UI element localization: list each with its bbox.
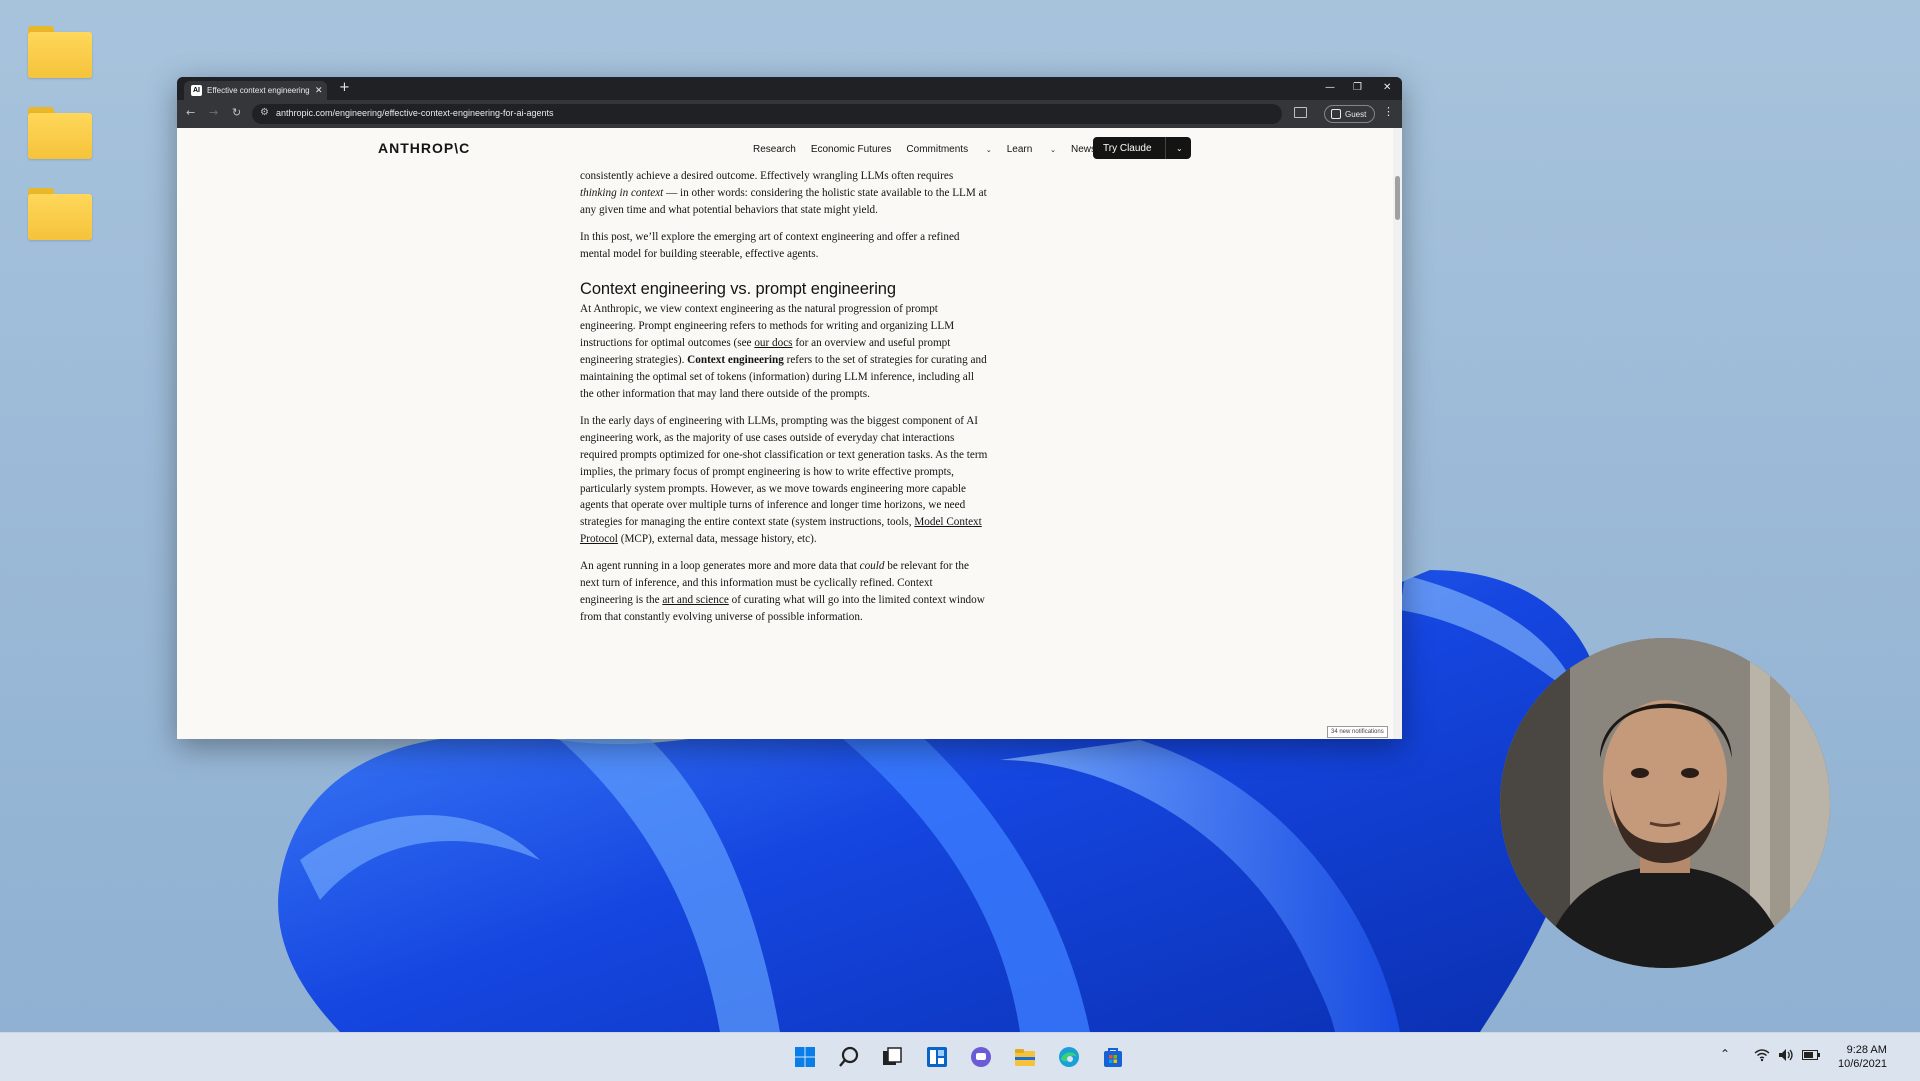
- nav-research[interactable]: Research: [753, 144, 796, 155]
- url-text: anthropic.com/engineering/effective-cont…: [276, 108, 554, 118]
- chevron-down-icon: ⌄: [985, 147, 992, 154]
- reload-icon[interactable]: ↻: [232, 106, 241, 119]
- search-icon[interactable]: [837, 1045, 861, 1069]
- chat-icon[interactable]: [969, 1045, 993, 1069]
- back-icon[interactable]: ←: [186, 106, 195, 119]
- profile-label: Guest: [1345, 109, 1367, 119]
- wifi-icon[interactable]: [1754, 1048, 1770, 1062]
- browser-tab[interactable]: AI Effective context engineering f ✕: [184, 81, 327, 100]
- paragraph: At Anthropic, we view context engineerin…: [580, 301, 988, 402]
- emphasis-text: could: [859, 560, 885, 573]
- article-body: consistently achieve a desired outcome. …: [580, 168, 988, 636]
- battery-icon[interactable]: [1802, 1050, 1820, 1060]
- web-page: ANTHROP\C Research Economic Futures Comm…: [177, 128, 1393, 739]
- page-scrollbar[interactable]: [1393, 128, 1402, 739]
- site-header: ANTHROP\C Research Economic Futures Comm…: [177, 128, 1393, 168]
- paragraph: consistently achieve a desired outcome. …: [580, 168, 988, 219]
- windows-start-icon[interactable]: [793, 1045, 817, 1069]
- minimize-button[interactable]: —: [1325, 82, 1335, 93]
- webcam-person-image: [1500, 638, 1830, 968]
- anthropic-favicon-icon: AI: [191, 85, 202, 96]
- profile-icon: [1331, 109, 1341, 119]
- tab-title: Effective context engineering f: [207, 86, 311, 95]
- tab-strip: AI Effective context engineering f ✕ + —…: [177, 77, 1402, 100]
- system-clock[interactable]: 9:28 AM 10/6/2021: [1838, 1043, 1887, 1071]
- browser-menu-icon[interactable]: ⋮: [1383, 106, 1394, 117]
- try-claude-label: Try Claude: [1103, 142, 1152, 154]
- clock-date: 10/6/2021: [1838, 1058, 1887, 1070]
- volume-icon[interactable]: [1778, 1048, 1794, 1062]
- webcam-overlay: [1500, 638, 1830, 968]
- site-info-icon[interactable]: ⚙: [260, 107, 269, 118]
- chevron-down-icon[interactable]: ⌄: [1166, 144, 1183, 153]
- nav-commitments[interactable]: Commitments ⌄: [906, 144, 991, 155]
- paragraph: In the early days of engineering with LL…: [580, 413, 988, 548]
- text-span: consistently achieve a desired outcome. …: [580, 170, 954, 182]
- clock-time: 9:28 AM: [1846, 1044, 1887, 1056]
- nav-learn-label: Learn: [1006, 144, 1033, 155]
- emphasis-text: thinking in context: [580, 186, 664, 199]
- restore-button[interactable]: ❐: [1353, 82, 1362, 93]
- desktop-folder-icon[interactable]: [28, 188, 92, 240]
- close-window-button[interactable]: ✕: [1383, 82, 1391, 93]
- text-span: An agent running in a loop generates mor…: [580, 560, 860, 573]
- bold-text: Context engineering: [687, 354, 784, 367]
- new-tab-button[interactable]: +: [339, 81, 350, 94]
- nav-economic-futures[interactable]: Economic Futures: [811, 144, 892, 155]
- file-explorer-icon[interactable]: [1013, 1045, 1037, 1069]
- address-bar[interactable]: ⚙ anthropic.com/engineering/effective-co…: [252, 104, 1282, 124]
- nav-commitments-label: Commitments: [906, 144, 969, 155]
- taskbar: ⌃ 9:28 AM 10/6/2021: [0, 1032, 1920, 1081]
- profile-button[interactable]: Guest: [1324, 105, 1376, 123]
- task-view-icon[interactable]: [880, 1045, 904, 1069]
- art-and-science-link[interactable]: art and science: [662, 594, 728, 606]
- widgets-icon[interactable]: [925, 1045, 949, 1069]
- browser-window: AI Effective context engineering f ✕ + —…: [177, 77, 1402, 739]
- chevron-down-icon: ⌄: [1050, 147, 1056, 154]
- forward-icon[interactable]: →: [209, 106, 218, 119]
- site-nav: Research Economic Futures Commitments ⌄ …: [753, 144, 1111, 155]
- nav-learn[interactable]: Learn ⌄: [1007, 144, 1056, 155]
- try-claude-button[interactable]: Try Claude ⌄: [1093, 137, 1191, 159]
- scrollbar-thumb[interactable]: [1395, 176, 1400, 220]
- text-span: In the early days of engineering with LL…: [580, 414, 988, 529]
- desktop-folder-icon[interactable]: [28, 107, 92, 159]
- close-tab-icon[interactable]: ✕: [315, 86, 323, 96]
- desktop-folder-icon[interactable]: [28, 26, 92, 78]
- anthropic-logo[interactable]: ANTHROP\C: [378, 140, 470, 156]
- browser-toolbar: ← → ↻ ⚙ anthropic.com/engineering/effect…: [177, 100, 1402, 128]
- our-docs-link[interactable]: our docs: [754, 337, 792, 349]
- notification-badge[interactable]: 34 new notifications: [1327, 726, 1388, 738]
- edge-icon[interactable]: [1057, 1045, 1081, 1069]
- paragraph: An agent running in a loop generates mor…: [580, 558, 988, 626]
- section-heading: Context engineering vs. prompt engineeri…: [580, 279, 896, 298]
- chevron-up-icon[interactable]: ⌃: [1720, 1047, 1730, 1061]
- paragraph: In this post, we’ll explore the emerging…: [580, 230, 960, 260]
- text-span: (MCP), external data, message history, e…: [617, 533, 817, 546]
- store-icon[interactable]: [1101, 1045, 1125, 1069]
- side-panel-icon[interactable]: [1294, 107, 1307, 118]
